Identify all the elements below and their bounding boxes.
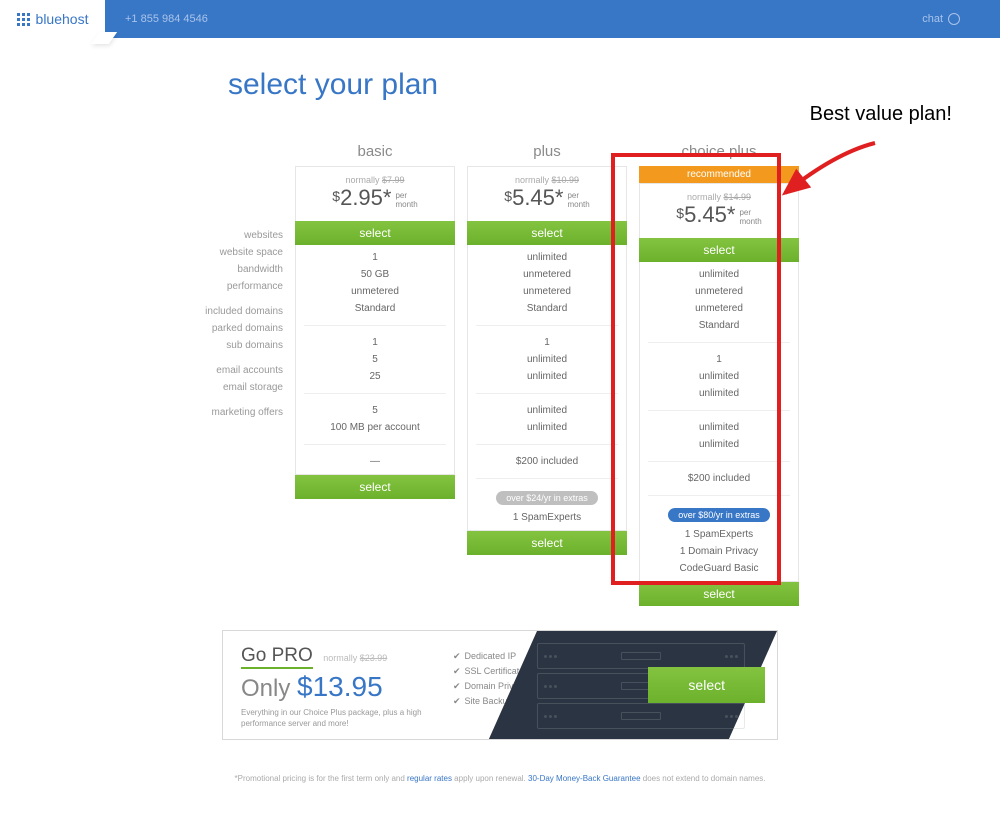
extras-pill: over $24/yr in extras [496, 491, 598, 505]
top-bar: bluehost +1 855 984 4546 chat [0, 0, 1000, 38]
price-box: normally $7.99 $2.95*permonth [295, 166, 455, 221]
label-website-space: website space [155, 244, 283, 261]
pro-select-button[interactable]: select [648, 667, 765, 703]
pro-title: Go PRO [241, 645, 313, 669]
footnote: *Promotional pricing is for the first te… [0, 774, 1000, 783]
check-icon: ✔ [453, 651, 461, 661]
pro-price: $13.95 [297, 671, 383, 702]
chat-icon [948, 13, 960, 25]
check-icon: ✔ [453, 681, 461, 691]
label-included-domains: included domains [155, 303, 283, 320]
feature-labels-column: websites website space bandwidth perform… [155, 137, 295, 421]
brand-logo[interactable]: bluehost [0, 0, 105, 38]
label-email-accounts: email accounts [155, 362, 283, 379]
select-button[interactable]: select [639, 238, 799, 262]
regular-rates-link[interactable]: regular rates [407, 774, 452, 783]
arrow-icon [765, 138, 885, 218]
label-sub-domains: sub domains [155, 337, 283, 354]
label-websites: websites [155, 227, 283, 244]
phone-number[interactable]: +1 855 984 4546 [125, 13, 208, 25]
label-email-storage: email storage [155, 379, 283, 396]
plan-basic: basic normally $7.99 $2.95*permonth sele… [295, 137, 455, 499]
logo-grid-icon [17, 13, 30, 26]
plan-name: basic [295, 137, 455, 166]
label-marketing-offers: marketing offers [155, 404, 283, 421]
label-performance: performance [155, 278, 283, 295]
select-button-bottom[interactable]: select [467, 531, 627, 555]
guarantee-link[interactable]: 30-Day Money-Back Guarantee [528, 774, 641, 783]
plan-plus: plus normally $10.99 $5.45*permonth sele… [467, 137, 627, 555]
pro-description: Everything in our Choice Plus package, p… [241, 707, 435, 729]
price: $2.95*permonth [332, 185, 417, 211]
page-title: select your plan [228, 68, 1000, 102]
plan-name: plus [467, 137, 627, 166]
select-button-bottom[interactable]: select [295, 475, 455, 499]
check-icon: ✔ [453, 696, 461, 706]
select-button[interactable]: select [295, 221, 455, 245]
extras-pill: over $80/yr in extras [668, 508, 770, 522]
pro-plan-card: Go PRO normally $23.99 Only $13.95 Every… [222, 630, 778, 740]
select-button[interactable]: select [467, 221, 627, 245]
chat-label: chat [922, 13, 943, 25]
brand-name: bluehost [36, 11, 89, 27]
label-parked-domains: parked domains [155, 320, 283, 337]
annotation-best-value: Best value plan! [810, 103, 952, 126]
check-icon: ✔ [453, 666, 461, 676]
label-bandwidth: bandwidth [155, 261, 283, 278]
select-button-bottom[interactable]: select [639, 582, 799, 606]
chat-link[interactable]: chat [922, 13, 960, 25]
